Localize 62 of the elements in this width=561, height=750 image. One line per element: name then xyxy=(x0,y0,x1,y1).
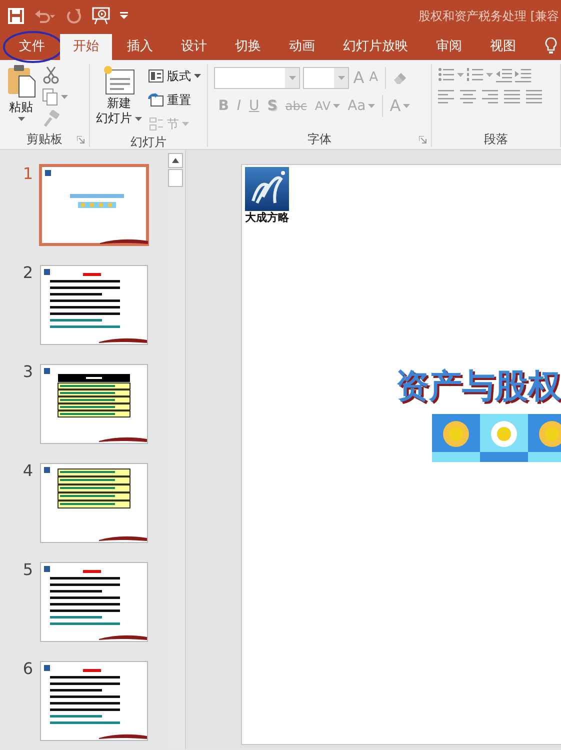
lightbulb-icon[interactable] xyxy=(545,37,557,55)
scroll-up-button[interactable] xyxy=(168,153,183,168)
ribbon-tab[interactable]: 切换 xyxy=(222,34,274,60)
window-title: 股权和资产税务处理 [兼容 xyxy=(418,8,560,25)
reset-icon xyxy=(148,93,164,107)
customize-menu-icon[interactable] xyxy=(120,12,128,20)
group-label: 字体 xyxy=(306,131,333,147)
justify-icon[interactable] xyxy=(504,89,520,105)
slide-number: 1 xyxy=(22,166,34,182)
ribbon-tab[interactable]: 视图 xyxy=(477,34,529,60)
ribbon-tab[interactable]: 设计 xyxy=(168,34,220,60)
ribbon-tab[interactable]: 审阅 xyxy=(423,34,475,60)
caret-icon xyxy=(61,95,68,99)
slide-number: 3 xyxy=(22,364,34,380)
caret-icon xyxy=(457,73,464,77)
logo-icon xyxy=(245,167,289,211)
layout-button[interactable]: 版式 xyxy=(148,66,202,86)
align-center-icon[interactable] xyxy=(460,89,476,105)
align-left-icon[interactable] xyxy=(438,89,454,105)
scissors-icon[interactable] xyxy=(42,66,60,84)
slide-number: 6 xyxy=(22,661,34,677)
caret-icon xyxy=(288,76,296,80)
new-slide-icon xyxy=(102,64,136,96)
numbering-icon[interactable] xyxy=(467,67,484,83)
ribbon-tab[interactable]: 插入 xyxy=(114,34,166,60)
ribbon-tab[interactable]: 幻灯片放映 xyxy=(330,34,421,60)
dialog-launcher-icon[interactable] xyxy=(419,136,428,144)
decrease-indent-icon[interactable] xyxy=(496,67,512,83)
group-label: 段落 xyxy=(483,131,510,147)
paste-button[interactable]: 粘贴 xyxy=(6,64,36,131)
slide-number: 4 xyxy=(22,463,34,479)
presentation-icon[interactable] xyxy=(92,7,110,25)
align-right-icon[interactable] xyxy=(482,89,498,105)
dialog-launcher-icon[interactable] xyxy=(77,136,86,144)
copy-icon[interactable] xyxy=(42,88,58,106)
font-size-field[interactable] xyxy=(303,67,350,89)
distributed-icon[interactable] xyxy=(526,89,542,105)
new-slide-button[interactable]: 新建 幻灯片 xyxy=(96,64,142,134)
group-label: 幻灯片 xyxy=(130,134,168,150)
group-label: 剪贴板 xyxy=(26,131,64,147)
font-name-field[interactable] xyxy=(214,67,300,89)
caret-icon xyxy=(18,117,24,121)
caret-icon xyxy=(338,76,345,80)
slide-number: 2 xyxy=(22,265,34,281)
ribbon-tab[interactable]: 文件 xyxy=(6,34,58,60)
increase-indent-icon[interactable] xyxy=(515,67,532,83)
layout-icon xyxy=(148,69,164,83)
up-arrow-icon xyxy=(172,158,179,163)
caret-icon xyxy=(135,116,142,120)
reset-button[interactable]: 重置 xyxy=(148,90,202,110)
format-painter-icon[interactable] xyxy=(42,110,60,128)
ribbon-tab[interactable]: 动画 xyxy=(276,34,328,60)
bullets-icon[interactable] xyxy=(438,67,454,83)
section-icon xyxy=(148,117,164,131)
clipboard-icon xyxy=(6,64,36,98)
ribbon-tab[interactable]: 开始 xyxy=(60,34,112,60)
logo-text: 大成方略 xyxy=(245,212,289,224)
save-icon[interactable] xyxy=(8,8,24,24)
slide-number: 5 xyxy=(22,562,34,578)
scrollbar-thumb[interactable] xyxy=(168,169,183,187)
clear-formatting-icon[interactable] xyxy=(392,70,408,86)
caret-icon xyxy=(486,73,494,77)
